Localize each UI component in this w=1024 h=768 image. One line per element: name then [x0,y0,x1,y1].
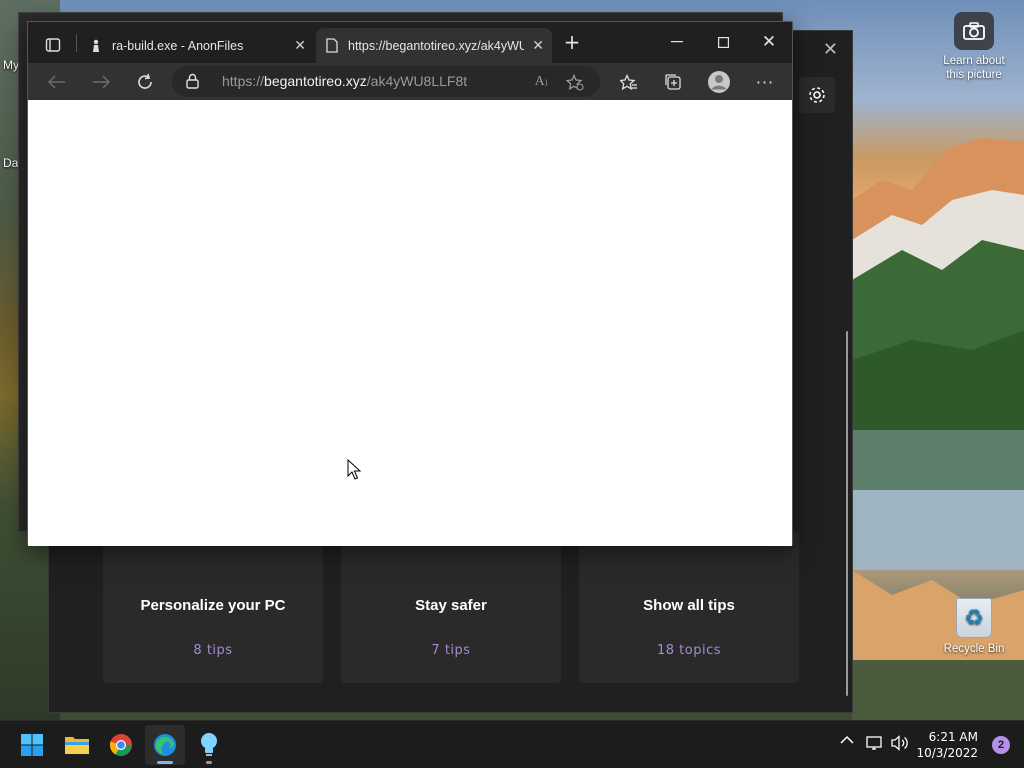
forward-arrow-icon[interactable] [86,67,116,97]
camera-icon [954,12,994,50]
wallpaper-mountain [852,138,1024,430]
network-icon[interactable] [866,735,884,751]
tip-card-title: Personalize your PC [140,597,286,614]
read-aloud-icon[interactable]: A) [530,71,552,93]
close-tab-icon[interactable]: ✕ [532,37,544,54]
minimize-icon[interactable] [654,28,700,56]
desktop-icon-learn-about-picture[interactable]: Learn about this picture [936,12,1012,82]
tip-card-title: Show all tips [643,597,735,614]
tab-actions-icon[interactable] [38,30,68,60]
tab-begantotireo[interactable]: https://begantotireo.xyz/ak4yWU ✕ [316,28,552,63]
collections-icon[interactable] [658,67,688,97]
windows-start-icon[interactable] [12,725,52,765]
close-window-icon[interactable]: ✕ [746,28,792,56]
url-path: /ak4yWU8LLF8t [366,73,468,89]
clipped-desktop-label: Da [3,156,19,170]
tab-title: https://begantotireo.xyz/ak4yWU [348,38,524,53]
anonfiles-favicon-icon [90,39,102,53]
edge-icon[interactable] [145,725,185,765]
tab-divider [76,34,77,52]
back-arrow-icon[interactable] [42,67,72,97]
url-host: begantotireo.xyz [264,73,367,89]
refresh-icon[interactable] [130,67,160,97]
recycle-bin-icon: ♻ [956,598,992,638]
favorites-icon[interactable] [614,67,644,97]
page-content-blank[interactable] [28,100,792,546]
tab-title: ra-build.exe - AnonFiles [112,38,244,53]
edge-browser-window: ra-build.exe - AnonFiles ✕ https://began… [27,21,793,546]
tip-card-count: 18 topics [656,643,721,658]
url-scheme: https:// [222,73,265,89]
close-tab-icon[interactable]: ✕ [294,37,306,54]
wallpaper-lake-reflection [852,430,1024,720]
chrome-icon[interactable] [101,725,141,765]
tips-scrollbar[interactable] [846,331,848,696]
desktop-icon-label: Learn about this picture [943,55,1005,81]
desktop-icon-label: Recycle Bin [943,643,1005,655]
clock-date: 10/3/2022 [916,746,978,760]
desktop-icon-recycle-bin[interactable]: ♻ Recycle Bin [936,598,1012,656]
tab-strip: ra-build.exe - AnonFiles ✕ https://began… [28,22,792,63]
browser-toolbar: https://begantotireo.xyz/ak4yWU8LLF8t A)… [28,63,792,100]
active-app-indicator [157,761,173,764]
system-clock[interactable]: 6:21 AM 10/3/2022 [916,729,978,761]
tip-card-title: Stay safer [415,597,487,614]
running-app-indicator [206,761,212,764]
tip-card-count: 7 tips [431,643,471,658]
tip-card-stay-safer[interactable]: Stay safer 7 tips [341,531,561,683]
show-hidden-icons-chevron-icon[interactable] [840,735,854,745]
page-icon [326,38,338,53]
notification-badge[interactable]: 2 [992,736,1010,754]
new-tab-plus-icon[interactable]: + [558,28,586,56]
tip-card-show-all[interactable]: Show all tips 18 topics [579,531,799,683]
clock-time: 6:21 AM [928,730,978,744]
more-options-icon[interactable]: ··· [750,67,780,97]
clipped-desktop-label: My [3,58,19,72]
maximize-icon[interactable] [700,28,746,56]
url-text: https://begantotireo.xyz/ak4yWU8LLF8t [222,73,467,89]
file-explorer-icon[interactable] [57,725,97,765]
settings-gear-icon[interactable] [799,77,835,113]
volume-icon[interactable] [891,735,909,751]
taskbar: 6:21 AM 10/3/2022 2 [0,720,1024,768]
add-favorite-icon[interactable] [564,71,586,93]
lock-icon[interactable] [186,73,199,92]
close-icon[interactable]: ✕ [823,39,838,60]
tips-bulb-icon[interactable] [189,725,229,765]
address-bar[interactable]: https://begantotireo.xyz/ak4yWU8LLF8t A) [172,66,600,97]
tip-card-personalize[interactable]: Personalize your PC 8 tips [103,531,323,683]
mouse-cursor-icon [347,459,361,480]
tab-anonfiles[interactable]: ra-build.exe - AnonFiles ✕ [82,28,314,63]
profile-avatar-icon[interactable] [704,67,734,97]
tip-card-count: 8 tips [193,643,233,658]
